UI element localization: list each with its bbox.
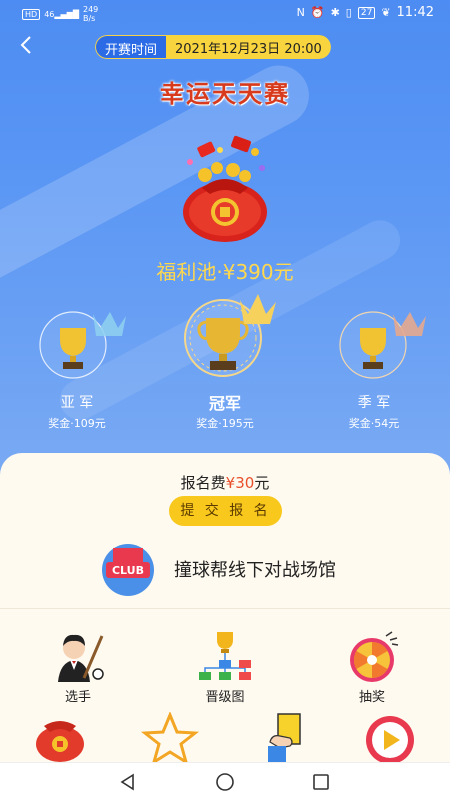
second-place-prize: 奖金·109元 [48, 417, 106, 430]
bracket-entry[interactable]: 晋级图 [180, 630, 270, 705]
bluetooth-icon: ✱ [330, 6, 340, 19]
signal-icon: 46▂▄▆█ [44, 9, 79, 19]
third-place-prize: 奖金·54元 [348, 417, 400, 430]
players-entry[interactable]: 选手 [33, 630, 123, 705]
page-title: 幸运天天赛 [160, 79, 290, 108]
vibrate-icon: ▯ [345, 6, 352, 19]
clock: 11:42 [396, 5, 434, 20]
system-navigation-bar [0, 762, 450, 800]
money-bag-icon [183, 135, 267, 242]
submit-signup-button[interactable]: 提 交 报 名 [169, 496, 282, 526]
trophy-icon [339, 311, 426, 379]
second-place-label: 亚 军 [60, 395, 94, 411]
card-entry[interactable] [235, 712, 325, 762]
prize-pool: 福利池·¥390元 [156, 260, 294, 284]
leaf-icon: ❦ [381, 6, 391, 19]
trophy-icon [39, 311, 126, 379]
second-place-trophy [38, 300, 128, 380]
back-button[interactable] [14, 32, 40, 58]
nav-home-icon[interactable] [215, 772, 235, 792]
club-logo-text: CLUB [112, 564, 144, 577]
favorite-entry[interactable] [125, 712, 215, 762]
play-icon [366, 716, 414, 762]
first-place-trophy [178, 290, 278, 380]
third-place-label: 季 军 [357, 395, 391, 411]
bracket-icon [199, 632, 251, 680]
nav-back-icon[interactable] [118, 772, 138, 792]
battery-icon: 27 [357, 6, 376, 19]
start-time-label: 开赛时间 [95, 35, 167, 59]
status-right: N ⏰ ✱ ▯ 27 ❦ 11:42 [297, 5, 434, 20]
first-place-prize: 奖金·195元 [196, 417, 254, 430]
screen: HD 46▂▄▆█ 249 B/s N ⏰ ✱ ▯ 27 ❦ 11:42 开赛时… [0, 0, 450, 800]
star-icon [140, 712, 200, 762]
alarm-icon: ⏰ [310, 6, 325, 19]
bracket-label: 晋级图 [205, 690, 245, 705]
entry-fee: 报名费¥30元 [180, 474, 270, 492]
lottery-entry[interactable]: 抽奖 [327, 630, 417, 705]
video-entry[interactable] [345, 712, 435, 762]
trophy-icon [184, 294, 276, 377]
lottery-label: 抽奖 [358, 690, 385, 705]
start-time-pill: 开赛时间 2021年12月23日 20:00 [95, 35, 331, 59]
first-place-label: 冠军 [208, 394, 241, 413]
status-left: HD 46▂▄▆█ 249 B/s [22, 5, 98, 23]
net-speed: 249 B/s [82, 5, 99, 23]
players-label: 选手 [64, 690, 91, 705]
status-bar: HD 46▂▄▆█ 249 B/s N ⏰ ✱ ▯ 27 ❦ 11:42 [0, 0, 450, 26]
yellow-card-icon [268, 713, 301, 762]
start-time-value: 2021年12月23日 20:00 [166, 35, 331, 59]
chevron-left-icon [20, 36, 31, 54]
club-logo-icon: CLUB [102, 544, 154, 596]
nfc-icon: N [296, 6, 305, 19]
player-icon [58, 634, 104, 682]
club-venue-name: 撞球帮线下对战场馆 [174, 560, 336, 581]
third-place-trophy [338, 300, 428, 380]
red-bag-entry[interactable] [15, 712, 105, 762]
red-bag-icon [36, 721, 84, 762]
divider [0, 608, 450, 609]
hd-badge: HD [22, 8, 41, 20]
lottery-wheel-icon [350, 631, 399, 682]
nav-recents-icon[interactable] [311, 772, 331, 792]
club-venue-link[interactable]: CLUB 撞球帮线下对战场馆 [98, 540, 378, 596]
